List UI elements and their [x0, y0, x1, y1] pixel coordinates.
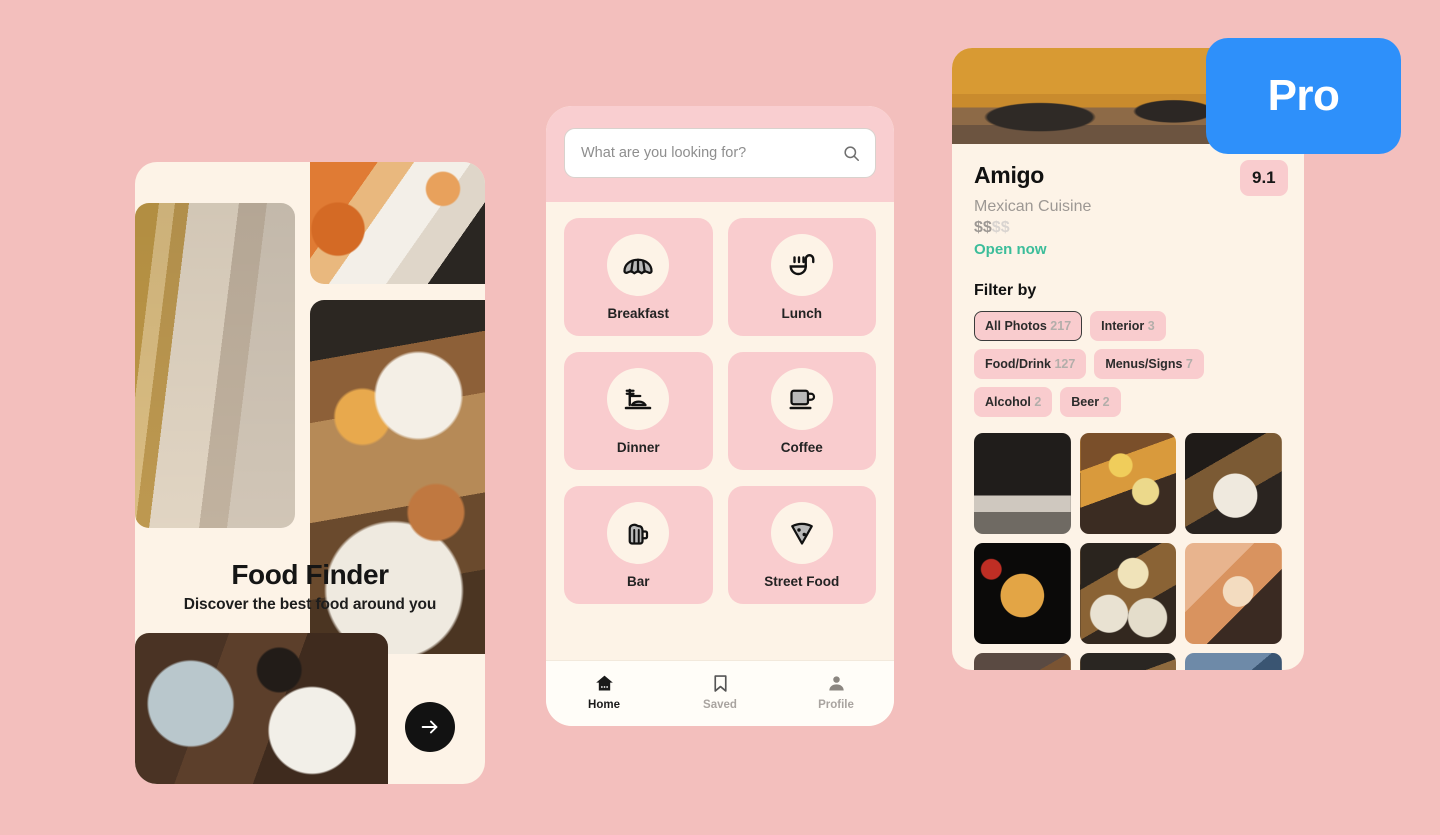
- chip-count: 217: [1050, 319, 1072, 333]
- chip-label: Beer: [1071, 395, 1100, 409]
- page-subtitle: Discover the best food around you: [183, 596, 437, 613]
- category-label: Lunch: [781, 305, 823, 321]
- chip-count: 3: [1147, 319, 1155, 333]
- soup-ladle-icon: [789, 253, 815, 275]
- filter-chip-menus-signs[interactable]: Menus/Signs 7: [1094, 349, 1204, 379]
- tacos-pour-photo[interactable]: [1079, 543, 1177, 644]
- tab-label: Home: [588, 698, 620, 711]
- filter-chip-food-drink[interactable]: Food/Drink 127: [974, 349, 1087, 379]
- cheers-drinks-photo[interactable]: [1185, 543, 1282, 644]
- chalkboard-menu-photo[interactable]: [974, 433, 1071, 534]
- filter-chip-all-photos[interactable]: All Photos 217: [974, 311, 1083, 341]
- brunch-overhead-photo: [135, 633, 388, 784]
- beer-and-food-photo[interactable]: [1079, 653, 1177, 670]
- filter-section-title: Filter by: [974, 282, 1037, 299]
- category-icon-wrap: [607, 367, 670, 430]
- rating-badge-wrap: 9.1: [1240, 160, 1288, 196]
- chip-label: All Photos: [985, 319, 1047, 333]
- category-label: Breakfast: [607, 305, 670, 321]
- filter-chip-alcohol[interactable]: Alcohol 2: [974, 387, 1053, 417]
- price-empty: $$: [991, 219, 1010, 236]
- coffee-cup-icon: [789, 389, 815, 409]
- grilled-meat-photo[interactable]: [974, 653, 1071, 670]
- food-finder-intro-card: Food Finder Discover the best food aroun…: [135, 162, 485, 784]
- pizza-sharing-photo: [310, 162, 485, 284]
- beer-mug-icon: [628, 523, 649, 545]
- search-icon[interactable]: [842, 144, 861, 163]
- chip-label: Interior: [1101, 319, 1145, 333]
- category-coffee[interactable]: Coffee: [727, 352, 876, 470]
- restaurant-photo-grid: [974, 433, 1282, 670]
- filter-chip-interior[interactable]: Interior 3: [1090, 311, 1166, 341]
- category-bar[interactable]: Bar: [564, 486, 713, 604]
- tab-profile[interactable]: Profile: [778, 673, 894, 711]
- category-icon-wrap: [607, 501, 670, 564]
- category-icon-wrap: [770, 501, 833, 564]
- category-icon-wrap: [607, 233, 670, 296]
- pro-badge-label: Pro: [1267, 71, 1340, 120]
- street-food-hands-photo[interactable]: [1185, 653, 1282, 670]
- pro-badge[interactable]: Pro: [1206, 38, 1401, 154]
- chip-label: Food/Drink: [985, 357, 1051, 371]
- category-street-food[interactable]: Street Food: [727, 486, 876, 604]
- mexican-platter-photo[interactable]: [1185, 433, 1282, 534]
- brunch-plates-photo[interactable]: [1079, 433, 1177, 534]
- search-bar[interactable]: [564, 128, 876, 178]
- chip-label: Alcohol: [985, 395, 1031, 409]
- rating-badge: 9.1: [1240, 160, 1288, 196]
- category-label: Coffee: [780, 439, 823, 455]
- chip-count: 7: [1185, 357, 1193, 371]
- category-grid: Breakfast Lunch Dinner Coffee Bar Street…: [546, 202, 894, 660]
- restaurant-name: Amigo: [974, 162, 1045, 188]
- food-finder-phone-screen: Breakfast Lunch Dinner: [546, 106, 894, 726]
- search-input[interactable]: [581, 145, 842, 161]
- category-dinner[interactable]: Dinner: [564, 352, 713, 470]
- bookmark-icon: [713, 674, 727, 692]
- phone-header: [546, 106, 894, 202]
- tab-saved[interactable]: Saved: [662, 673, 778, 711]
- category-label: Street Food: [764, 573, 840, 589]
- filter-chip-beer[interactable]: Beer 2: [1060, 387, 1121, 417]
- category-lunch[interactable]: Lunch: [727, 218, 876, 336]
- category-label: Bar: [626, 573, 650, 589]
- person-icon: [828, 675, 844, 690]
- category-breakfast[interactable]: Breakfast: [564, 218, 713, 336]
- category-icon-wrap: [770, 367, 833, 430]
- price-level: $$$$: [974, 219, 1282, 237]
- chip-count: 2: [1034, 395, 1042, 409]
- storefront-cafe-photo: [135, 203, 295, 528]
- restaurant-info: Amigo Mexican Cuisine $$$$ Open now Filt…: [952, 144, 1304, 670]
- next-button[interactable]: [405, 702, 455, 752]
- croissant-icon: [623, 258, 653, 274]
- chip-label: Menus/Signs: [1105, 357, 1183, 371]
- home-icon: [595, 675, 613, 690]
- bottom-tab-bar: Home Saved Profile: [546, 660, 894, 726]
- pizza-slice-icon: [790, 522, 813, 545]
- page-title: Food Finder: [231, 559, 389, 590]
- tab-label: Saved: [703, 698, 737, 711]
- chip-count: 127: [1054, 357, 1076, 371]
- tab-label: Profile: [818, 698, 854, 711]
- nachos-skillet-photo[interactable]: [974, 543, 1071, 644]
- arrow-right-icon: [421, 720, 438, 734]
- restaurant-cuisine: Mexican Cuisine: [974, 198, 1092, 215]
- category-icon-wrap: [770, 233, 833, 296]
- rating-value: 9.1: [1252, 168, 1276, 187]
- status-badge: Open now: [974, 241, 1047, 258]
- dinner-plate-icon: [624, 388, 652, 409]
- filter-chip-list: All Photos 217 Interior 3 Food/Drink 127…: [974, 311, 1282, 417]
- tab-home[interactable]: Home: [546, 673, 662, 711]
- price-filled: $$: [974, 219, 992, 236]
- chip-count: 2: [1102, 395, 1110, 409]
- category-label: Dinner: [616, 439, 660, 455]
